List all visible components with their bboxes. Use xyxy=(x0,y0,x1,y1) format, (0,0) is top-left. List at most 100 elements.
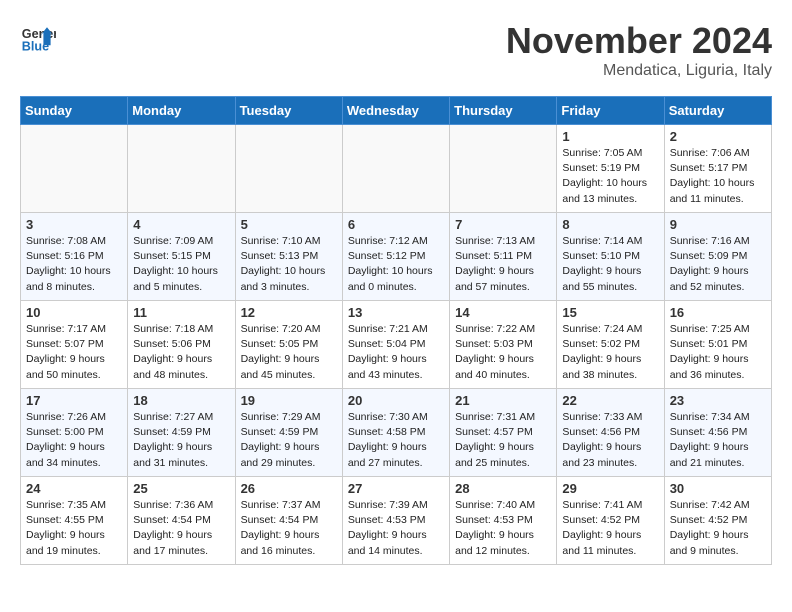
calendar-day-cell: 21Sunrise: 7:31 AMSunset: 4:57 PMDayligh… xyxy=(450,389,557,477)
weekday-header-cell: Friday xyxy=(557,97,664,125)
day-info: Sunrise: 7:18 AMSunset: 5:06 PMDaylight:… xyxy=(133,322,229,383)
calendar-day-cell: 10 Sunrise: 7:17 AMSunset: 5:07 PMDayligh… xyxy=(21,301,128,389)
calendar-day-cell: 30Sunrise: 7:42 AMSunset: 4:52 PMDayligh… xyxy=(664,477,771,565)
weekday-header-cell: Saturday xyxy=(664,97,771,125)
day-number: 25 xyxy=(133,481,229,496)
day-info: Sunrise: 7:31 AMSunset: 4:57 PMDaylight:… xyxy=(455,410,551,471)
day-info: Sunrise: 7:20 AMSunset: 5:05 PMDaylight:… xyxy=(241,322,337,383)
calendar-week-row: 24 Sunrise: 7:35 AMSunset: 4:55 PMDayligh… xyxy=(21,477,772,565)
day-number: 20 xyxy=(348,393,444,408)
weekday-header-cell: Sunday xyxy=(21,97,128,125)
month-title: November 2024 xyxy=(506,20,772,62)
calendar-week-row: 3 Sunrise: 7:08 AMSunset: 5:16 PMDaylight… xyxy=(21,213,772,301)
day-number: 8 xyxy=(562,217,658,232)
day-number: 17 xyxy=(26,393,122,408)
day-info: Sunrise: 7:25 AMSunset: 5:01 PMDaylight:… xyxy=(670,322,766,383)
calendar-day-cell: 28 Sunrise: 7:40 AMSunset: 4:53 PMDayligh… xyxy=(450,477,557,565)
day-number: 18 xyxy=(133,393,229,408)
weekday-header-cell: Monday xyxy=(128,97,235,125)
calendar-day-cell: 15 Sunrise: 7:24 AMSunset: 5:02 PMDayligh… xyxy=(557,301,664,389)
day-number: 11 xyxy=(133,305,229,320)
day-number: 10 xyxy=(26,305,122,320)
calendar-day-cell: 1 Sunrise: 7:05 AMSunset: 5:19 PMDaylight… xyxy=(557,125,664,213)
day-info: Sunrise: 7:36 AMSunset: 4:54 PMDaylight:… xyxy=(133,498,229,559)
calendar-day-cell xyxy=(235,125,342,213)
day-number: 24 xyxy=(26,481,122,496)
calendar-day-cell: 8Sunrise: 7:14 AMSunset: 5:10 PMDaylight… xyxy=(557,213,664,301)
calendar-day-cell: 4Sunrise: 7:09 AMSunset: 5:15 PMDaylight… xyxy=(128,213,235,301)
day-info: Sunrise: 7:05 AMSunset: 5:19 PMDaylight:… xyxy=(562,146,658,207)
day-info: Sunrise: 7:08 AMSunset: 5:16 PMDaylight:… xyxy=(26,234,122,295)
weekday-header-cell: Wednesday xyxy=(342,97,449,125)
calendar-day-cell: 14 Sunrise: 7:22 AMSunset: 5:03 PMDayligh… xyxy=(450,301,557,389)
calendar-day-cell xyxy=(128,125,235,213)
day-number: 30 xyxy=(670,481,766,496)
day-number: 22 xyxy=(562,393,658,408)
day-number: 5 xyxy=(241,217,337,232)
calendar-day-cell: 27 Sunrise: 7:39 AMSunset: 4:53 PMDayligh… xyxy=(342,477,449,565)
calendar-body: 1 Sunrise: 7:05 AMSunset: 5:19 PMDaylight… xyxy=(21,125,772,565)
calendar-day-cell: 19 Sunrise: 7:29 AMSunset: 4:59 PMDayligh… xyxy=(235,389,342,477)
calendar-day-cell: 6 Sunrise: 7:12 AMSunset: 5:12 PMDaylight… xyxy=(342,213,449,301)
day-info: Sunrise: 7:26 AMSunset: 5:00 PMDaylight:… xyxy=(26,410,122,471)
day-number: 6 xyxy=(348,217,444,232)
day-info: Sunrise: 7:34 AMSunset: 4:56 PMDaylight:… xyxy=(670,410,766,471)
day-number: 15 xyxy=(562,305,658,320)
location-subtitle: Mendatica, Liguria, Italy xyxy=(506,62,772,80)
day-number: 29 xyxy=(562,481,658,496)
day-number: 23 xyxy=(670,393,766,408)
day-number: 1 xyxy=(562,129,658,144)
calendar-day-cell xyxy=(450,125,557,213)
calendar-day-cell xyxy=(21,125,128,213)
day-info: Sunrise: 7:33 AMSunset: 4:56 PMDaylight:… xyxy=(562,410,658,471)
calendar-day-cell: 13 Sunrise: 7:21 AMSunset: 5:04 PMDayligh… xyxy=(342,301,449,389)
calendar-week-row: 1 Sunrise: 7:05 AMSunset: 5:19 PMDaylight… xyxy=(21,125,772,213)
day-info: Sunrise: 7:27 AMSunset: 4:59 PMDaylight:… xyxy=(133,410,229,471)
logo: General Blue xyxy=(20,20,56,56)
day-info: Sunrise: 7:39 AMSunset: 4:53 PMDaylight:… xyxy=(348,498,444,559)
day-info: Sunrise: 7:30 AMSunset: 4:58 PMDaylight:… xyxy=(348,410,444,471)
day-number: 14 xyxy=(455,305,551,320)
day-info: Sunrise: 7:40 AMSunset: 4:53 PMDaylight:… xyxy=(455,498,551,559)
day-info: Sunrise: 7:41 AMSunset: 4:52 PMDaylight:… xyxy=(562,498,658,559)
day-info: Sunrise: 7:16 AMSunset: 5:09 PMDaylight:… xyxy=(670,234,766,295)
day-number: 26 xyxy=(241,481,337,496)
day-number: 7 xyxy=(455,217,551,232)
page-header: General Blue November 2024 Mendatica, Li… xyxy=(20,20,772,80)
day-number: 28 xyxy=(455,481,551,496)
calendar-day-cell: 2 Sunrise: 7:06 AMSunset: 5:17 PMDaylight… xyxy=(664,125,771,213)
day-info: Sunrise: 7:29 AMSunset: 4:59 PMDaylight:… xyxy=(241,410,337,471)
calendar-day-cell: 18 Sunrise: 7:27 AMSunset: 4:59 PMDayligh… xyxy=(128,389,235,477)
day-number: 2 xyxy=(670,129,766,144)
calendar-day-cell xyxy=(342,125,449,213)
day-info: Sunrise: 7:24 AMSunset: 5:02 PMDaylight:… xyxy=(562,322,658,383)
calendar-day-cell: 12Sunrise: 7:20 AMSunset: 5:05 PMDayligh… xyxy=(235,301,342,389)
day-number: 27 xyxy=(348,481,444,496)
day-info: Sunrise: 7:12 AMSunset: 5:12 PMDaylight:… xyxy=(348,234,444,295)
calendar-day-cell: 29 Sunrise: 7:41 AMSunset: 4:52 PMDayligh… xyxy=(557,477,664,565)
day-info: Sunrise: 7:13 AMSunset: 5:11 PMDaylight:… xyxy=(455,234,551,295)
day-info: Sunrise: 7:21 AMSunset: 5:04 PMDaylight:… xyxy=(348,322,444,383)
calendar-week-row: 17 Sunrise: 7:26 AMSunset: 5:00 PMDayligh… xyxy=(21,389,772,477)
calendar-day-cell: 20 Sunrise: 7:30 AMSunset: 4:58 PMDayligh… xyxy=(342,389,449,477)
day-number: 16 xyxy=(670,305,766,320)
calendar-day-cell: 17 Sunrise: 7:26 AMSunset: 5:00 PMDayligh… xyxy=(21,389,128,477)
calendar-day-cell: 11 Sunrise: 7:18 AMSunset: 5:06 PMDayligh… xyxy=(128,301,235,389)
calendar-day-cell: 26 Sunrise: 7:37 AMSunset: 4:54 PMDayligh… xyxy=(235,477,342,565)
title-block: November 2024 Mendatica, Liguria, Italy xyxy=(506,20,772,80)
day-info: Sunrise: 7:37 AMSunset: 4:54 PMDaylight:… xyxy=(241,498,337,559)
calendar-day-cell: 22 Sunrise: 7:33 AMSunset: 4:56 PMDayligh… xyxy=(557,389,664,477)
day-info: Sunrise: 7:35 AMSunset: 4:55 PMDaylight:… xyxy=(26,498,122,559)
calendar-day-cell: 3 Sunrise: 7:08 AMSunset: 5:16 PMDaylight… xyxy=(21,213,128,301)
day-info: Sunrise: 7:22 AMSunset: 5:03 PMDaylight:… xyxy=(455,322,551,383)
day-number: 13 xyxy=(348,305,444,320)
day-info: Sunrise: 7:06 AMSunset: 5:17 PMDaylight:… xyxy=(670,146,766,207)
calendar-day-cell: 23 Sunrise: 7:34 AMSunset: 4:56 PMDayligh… xyxy=(664,389,771,477)
weekday-header-cell: Tuesday xyxy=(235,97,342,125)
day-info: Sunrise: 7:09 AMSunset: 5:15 PMDaylight:… xyxy=(133,234,229,295)
day-number: 19 xyxy=(241,393,337,408)
day-info: Sunrise: 7:17 AMSunset: 5:07 PMDaylight:… xyxy=(26,322,122,383)
day-info: Sunrise: 7:10 AMSunset: 5:13 PMDaylight:… xyxy=(241,234,337,295)
calendar-day-cell: 5 Sunrise: 7:10 AMSunset: 5:13 PMDaylight… xyxy=(235,213,342,301)
day-number: 3 xyxy=(26,217,122,232)
